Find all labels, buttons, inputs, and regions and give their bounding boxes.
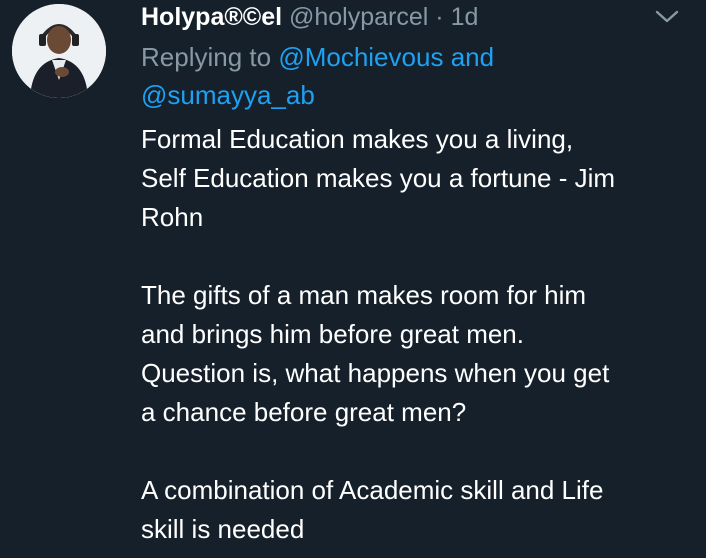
text-line: A combination of Academic skill and Life — [141, 475, 604, 505]
separator-dot: · — [435, 3, 444, 31]
display-name[interactable]: Holypa®©el — [141, 3, 282, 31]
text-line: The gifts of a man makes room for him — [141, 280, 587, 310]
tweet[interactable]: Holypa®©el @holyparcel · 1d Replying to … — [0, 0, 706, 558]
text-line: Question is, what happens when you get — [141, 358, 610, 388]
user-handle[interactable]: @holyparcel — [289, 3, 428, 31]
timestamp[interactable]: 1d — [451, 3, 479, 31]
replying-to-prefix: Replying to — [141, 42, 272, 72]
mention-conjunction: and — [450, 42, 495, 72]
replying-to: Replying to @Mochievous and @sumayya_ab — [141, 38, 661, 114]
text-line: a chance before great men? — [141, 397, 467, 427]
tweet-text: Formal Education makes you a living, Sel… — [141, 120, 696, 549]
tweet-paragraph: A combination of Academic skill and Life… — [141, 471, 696, 549]
text-line: Rohn — [141, 202, 204, 232]
tweet-paragraph: The gifts of a man makes room for him an… — [141, 276, 696, 432]
mention-link[interactable]: @sumayya_ab — [141, 80, 315, 110]
text-line: Formal Education makes you a living, — [141, 124, 574, 154]
mention-text: @Mochievous — [278, 42, 444, 72]
text-line: Self Education makes you a fortune - Jim — [141, 163, 616, 193]
mention-link[interactable]: @Mochievous and — [278, 42, 494, 72]
tweet-paragraph: Formal Education makes you a living, Sel… — [141, 120, 696, 237]
tweet-header: Holypa®©el @holyparcel · 1d — [141, 0, 478, 34]
text-line: and brings him before great men. — [141, 319, 524, 349]
chevron-down-icon[interactable] — [652, 2, 682, 32]
text-line: skill is needed — [141, 514, 305, 544]
avatar[interactable] — [12, 4, 106, 98]
avatar-photo — [12, 4, 106, 98]
